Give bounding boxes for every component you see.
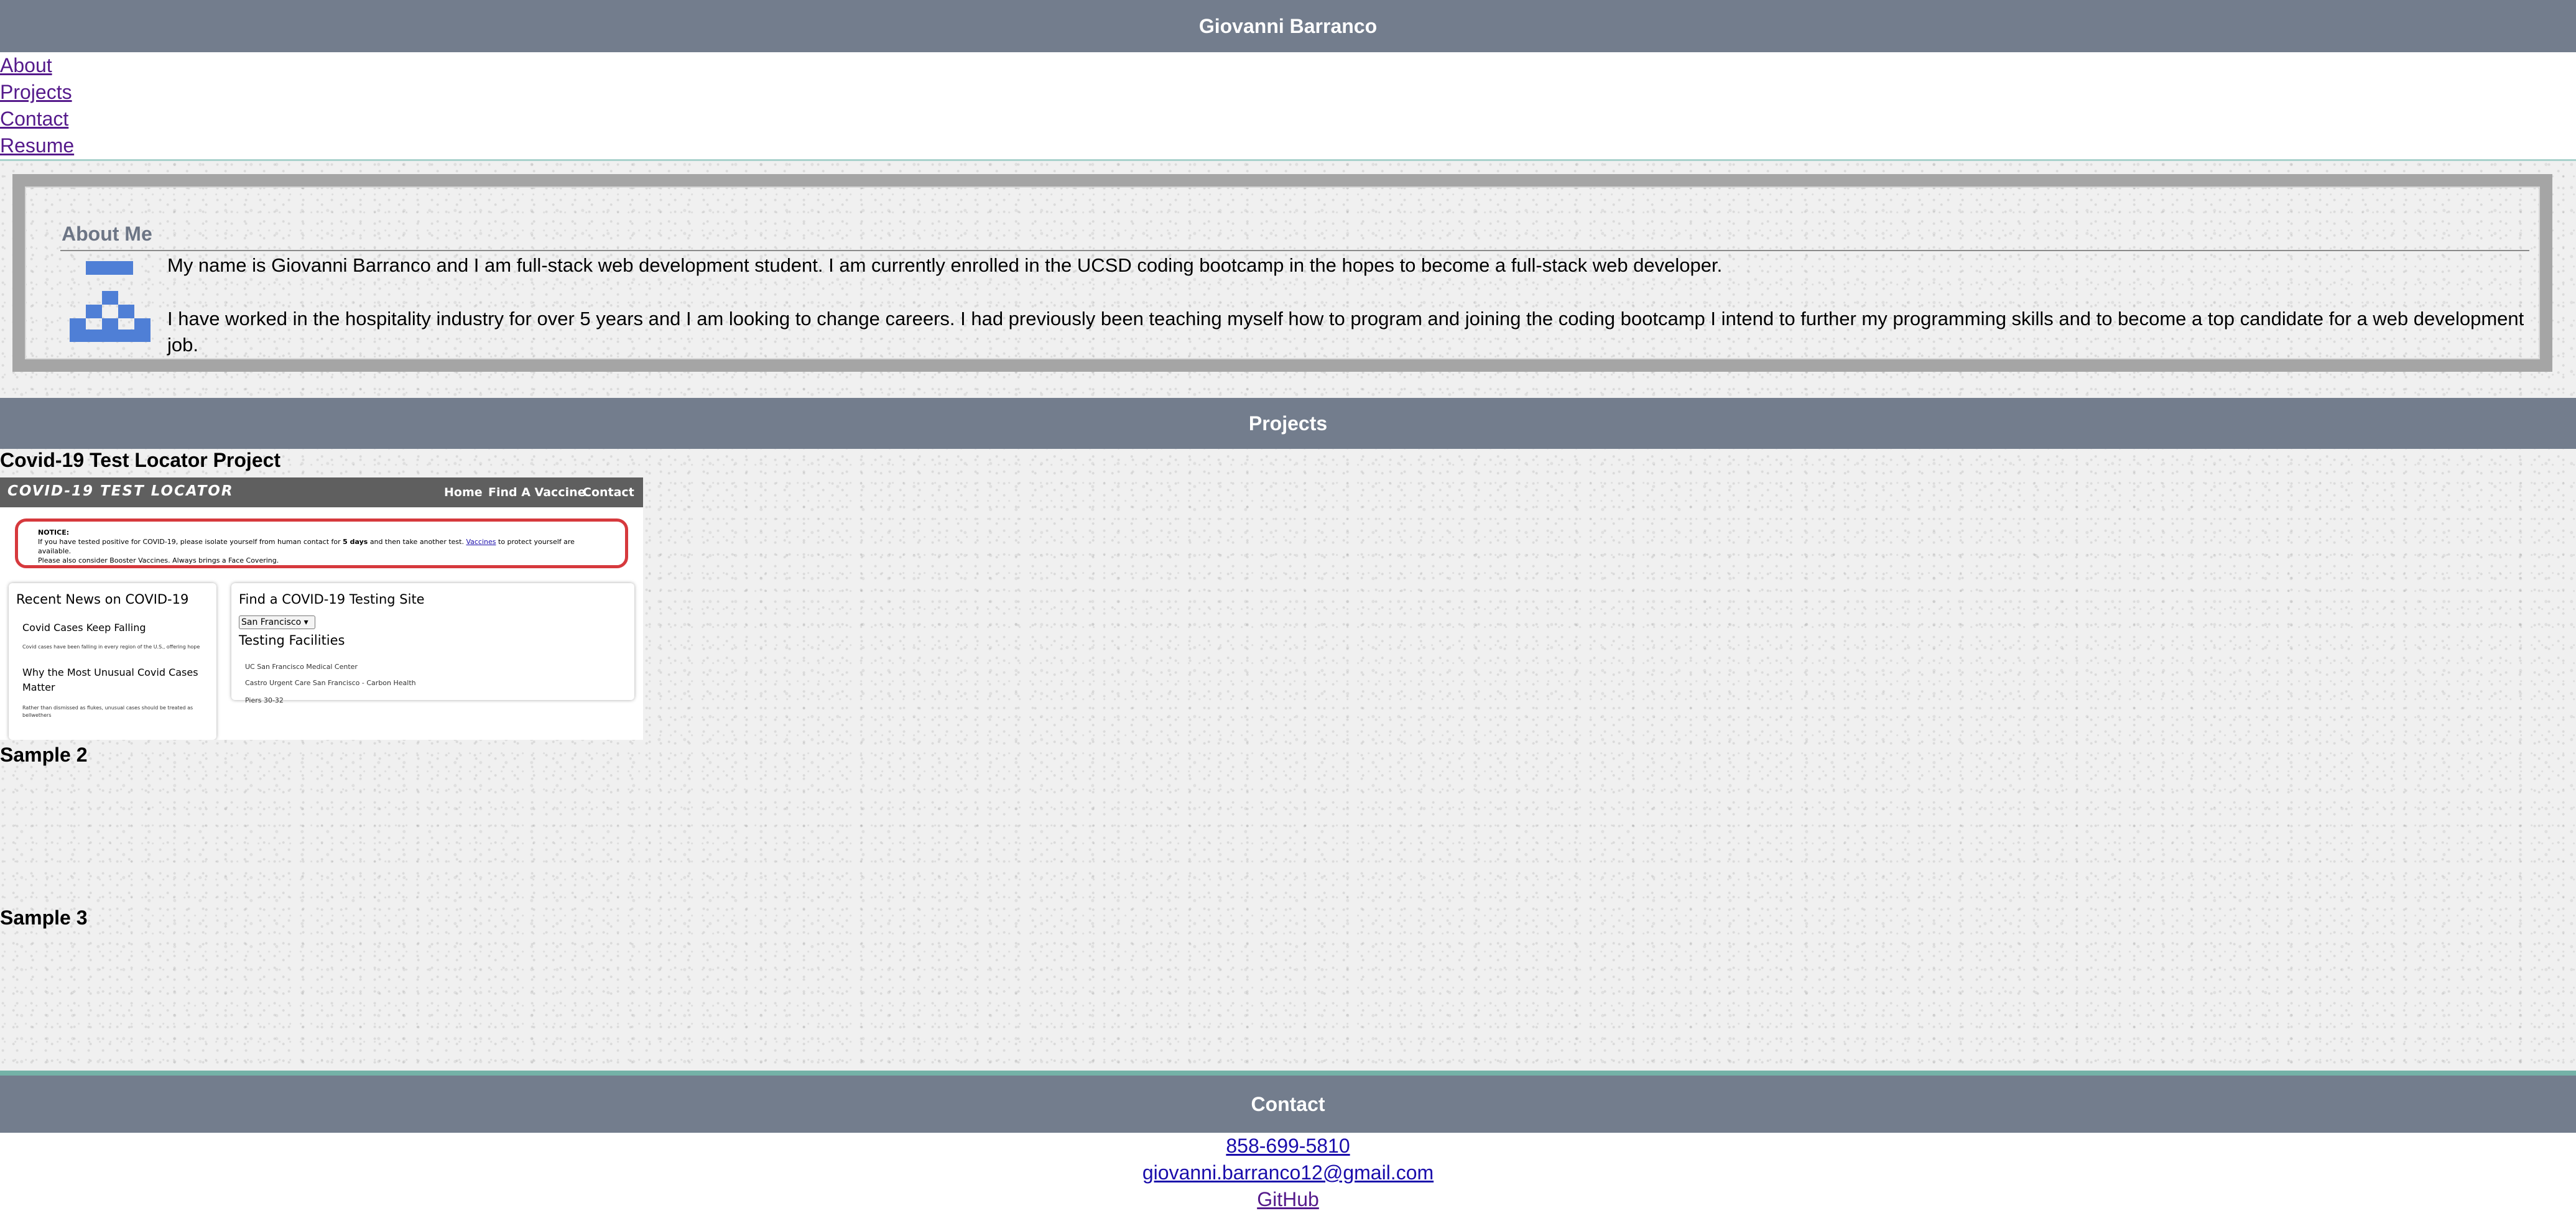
news1-text: Covid cases have been falling in every r… xyxy=(22,644,200,650)
about-paragraph-2: I have worked in the hospitality industr… xyxy=(167,308,2524,356)
screenshot-nav-home: Home xyxy=(444,486,483,499)
project-title-2: Sample 2 xyxy=(0,744,88,766)
contact-divider xyxy=(0,1071,2576,1076)
about-paragraph-1: My name is Giovanni Barranco and I am fu… xyxy=(167,254,1723,276)
about-divider xyxy=(60,250,2529,251)
project-title-3: Sample 3 xyxy=(0,906,88,929)
contact-section: 858-699-5810 giovanni.barranco12@gmail.c… xyxy=(0,1133,2576,1226)
projects-title: Projects xyxy=(1248,412,1328,435)
site-header: Giovanni Barranco xyxy=(0,0,2576,52)
notice-text-b: and then take another test. xyxy=(369,538,464,546)
news-title: Recent News on COVID-19 xyxy=(16,592,189,607)
facility-1: UC San Francisco Medical Center xyxy=(245,663,358,671)
avatar-icon xyxy=(70,261,151,342)
news2-title-a: Why the Most Unusual Covid Cases xyxy=(22,666,198,678)
github-link[interactable]: GitHub xyxy=(0,1186,2576,1213)
email-link[interactable]: giovanni.barranco12@gmail.com xyxy=(0,1159,2576,1186)
notice-text-d: Please also consider Booster Vaccines. A… xyxy=(38,556,279,565)
city-select: San Francisco ▾ xyxy=(239,615,315,629)
facilities-title: Testing Facilities xyxy=(239,633,345,648)
find-title: Find a COVID-19 Testing Site xyxy=(239,592,425,607)
project-title-1: Covid-19 Test Locator Project xyxy=(0,449,281,471)
screenshot-news-card: Recent News on COVID-19 Covid Cases Keep… xyxy=(9,583,216,740)
facility-2: Castro Urgent Care San Francisco - Carbo… xyxy=(245,679,416,687)
site-title: Giovanni Barranco xyxy=(1198,15,1378,37)
news1-title: Covid Cases Keep Falling xyxy=(22,622,146,634)
main-nav: About Projects Contact Resume xyxy=(0,52,2576,159)
nav-link-contact[interactable]: Contact xyxy=(0,106,2576,132)
city-select-value: San Francisco xyxy=(241,617,302,627)
nav-link-resume[interactable]: Resume xyxy=(0,132,2576,159)
news2-title-b: Matter xyxy=(22,681,55,693)
screenshot-navbar: COVID-19 TEST LOCATOR Home Find A Vaccin… xyxy=(0,477,643,507)
screenshot-nav-vaccine: Find A Vaccine xyxy=(488,486,586,499)
projects-header: Projects xyxy=(0,398,2576,449)
contact-title: Contact xyxy=(1251,1093,1325,1115)
facility-3: Piers 30-32 xyxy=(245,696,284,704)
nav-link-about[interactable]: About xyxy=(0,52,2576,79)
news2-text-b: bellwethers xyxy=(22,712,52,718)
contact-header: Contact xyxy=(0,1076,2576,1133)
notice-bold: 5 days xyxy=(343,538,368,546)
notice-link: Vaccines xyxy=(466,538,496,546)
notice-label: NOTICE: xyxy=(38,528,70,537)
screenshot-nav-contact: Contact xyxy=(583,486,634,499)
phone-link[interactable]: 858-699-5810 xyxy=(0,1133,2576,1159)
screenshot-notice: NOTICE: If you have tested positive for … xyxy=(15,519,628,568)
about-title: About Me xyxy=(62,223,152,245)
news2-text-a: Rather than dismissed as flukes, unusual… xyxy=(22,705,193,711)
project-screenshot[interactable]: COVID-19 TEST LOCATOR Home Find A Vaccin… xyxy=(0,477,643,740)
nav-link-projects[interactable]: Projects xyxy=(0,79,2576,106)
about-section: About Me My name is Giovanni Barranco an… xyxy=(12,174,2552,372)
screenshot-brand: COVID-19 TEST LOCATOR xyxy=(7,483,234,499)
notice-text-a: If you have tested positive for COVID-19… xyxy=(38,538,341,546)
screenshot-find-card: Find a COVID-19 Testing Site San Francis… xyxy=(231,583,634,704)
